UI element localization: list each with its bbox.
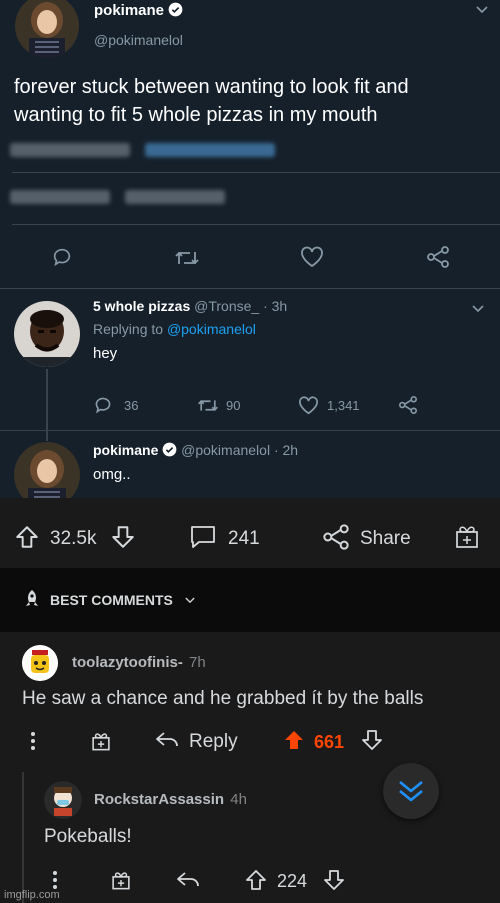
reply1-reply-count: 36 [124,398,139,413]
rocket-icon [26,590,38,606]
comment1-score: 661 [314,732,345,752]
divider [0,288,500,289]
divider [12,172,500,173]
share-button[interactable]: Share [360,528,411,550]
more-options-icon[interactable] [30,731,36,751]
divider [0,430,500,431]
reply-arrow-icon[interactable] [176,871,200,889]
tweet-author-handle[interactable]: @pokimanelol [94,32,183,48]
comment1-time: 7h [189,654,206,671]
reply1-header: 5 whole pizzas @Tronse_ · 3h [93,298,287,314]
comment1-header: toolazytoofinis- 7h [72,654,206,671]
sort-label: BEST COMMENTS [50,592,173,608]
tweet-text-line-2: wanting to fit 5 whole pizzas in my mout… [14,104,378,126]
tweet-screenshot: pokimane @pokimanelol forever stuck betw… [0,0,500,498]
comment1-author[interactable]: toolazytoofinis- [72,654,183,671]
retweet-icon[interactable] [174,248,200,268]
pokimane-avatar[interactable] [15,0,79,58]
reply-icon[interactable] [51,246,73,268]
reply1-time: · 3h [263,298,288,314]
downvote-arrow-icon[interactable] [360,728,384,752]
verified-badge-icon [168,2,183,17]
comment-bubble-icon[interactable] [189,524,217,550]
reply2-author-handle[interactable]: @pokimanelol [181,442,270,458]
comment2-author[interactable]: RockstarAssassin [94,791,224,808]
comment2-score: 224 [277,871,308,891]
share-icon[interactable] [322,523,350,551]
reply1-replying-to: Replying to @pokimanelol [93,321,256,337]
upvote-arrow-icon[interactable] [14,524,40,550]
upvote-arrow-filled-icon[interactable] [282,728,306,752]
reply2-author-name[interactable]: pokimane [93,442,158,458]
like-heart-icon[interactable] [298,396,319,415]
retweet-icon[interactable] [196,397,220,414]
reply-arrow-icon[interactable] [155,731,179,749]
replying-to-link[interactable]: @pokimanelol [167,321,256,337]
reply1-retweet-count: 90 [226,398,241,413]
upvote-arrow-icon[interactable] [244,868,268,892]
tronse-avatar[interactable] [14,301,80,367]
reply2-header: pokimane @pokimanelol · 2h [93,442,298,458]
award-gift-icon[interactable] [110,869,132,891]
post-comment-count[interactable]: 241 [228,528,260,550]
more-options-icon[interactable] [52,870,58,890]
pokimane-reply-avatar[interactable] [14,442,80,498]
award-gift-icon[interactable] [453,522,481,550]
comment2-header: RockstarAssassin 4h [94,791,247,808]
tweet-text-line-1: forever stuck between wanting to look fi… [14,76,409,98]
tweet-menu-chevron-icon[interactable] [476,6,488,14]
reply1-like-count: 1,341 [327,398,360,413]
comment2-time: 4h [230,791,247,808]
reply1-author-handle[interactable]: @Tronse_ [194,298,259,314]
reply1-author-name[interactable]: 5 whole pizzas [93,298,190,314]
jump-to-next-comment-button[interactable] [383,763,439,819]
divider [12,224,500,225]
downvote-arrow-icon[interactable] [110,524,136,550]
share-icon[interactable] [426,246,450,268]
award-gift-icon[interactable] [90,730,112,752]
reply-icon[interactable] [93,396,113,414]
reply1-menu-chevron-icon[interactable] [472,305,484,313]
like-heart-icon[interactable] [300,246,324,268]
comment1-body: He saw a chance and he grabbed ít by the… [22,688,424,709]
share-icon[interactable] [398,396,418,414]
post-score: 32.5k [50,528,97,549]
imgflip-watermark: imgflip.com [4,889,60,901]
post-action-bar: 32.5k 241 Share [0,498,500,568]
chevron-down-icon [185,597,195,604]
tweet-author-name[interactable]: pokimane [94,2,183,19]
toolazytoofinis-avatar[interactable] [22,645,58,681]
rockstarassassin-avatar[interactable] [44,781,82,819]
comment2-body: Pokeballs! [44,826,132,847]
thread-indent-line [22,772,24,903]
reply2-text: omg.. [93,466,131,483]
comment1-reply-button[interactable]: Reply [189,731,238,753]
reply2-time: · 2h [273,442,299,458]
reddit-post-area: 32.5k 241 Share BEST COMMENTS toolazytoo… [0,498,500,903]
reply1-text: hey [93,345,118,362]
verified-badge-icon [162,442,177,457]
downvote-arrow-icon[interactable] [322,868,346,892]
double-chevron-down-icon [399,780,423,802]
